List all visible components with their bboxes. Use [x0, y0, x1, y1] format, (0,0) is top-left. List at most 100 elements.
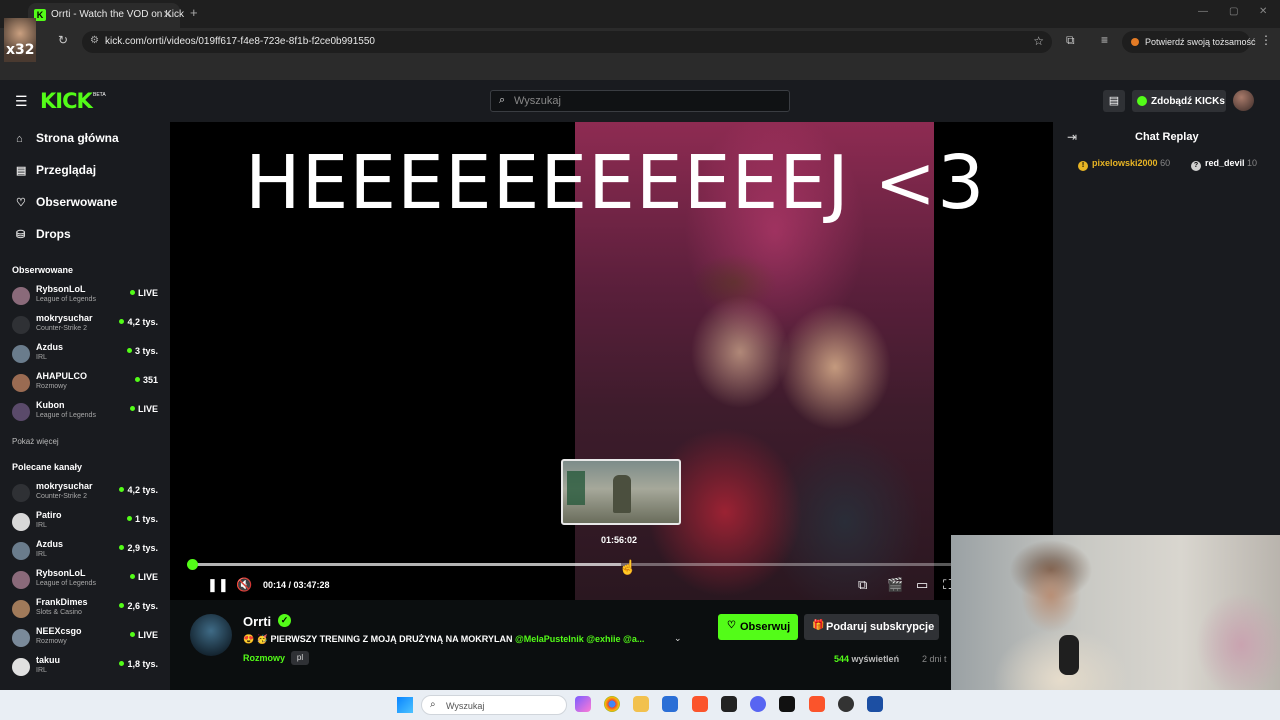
channel-category: IRL	[36, 354, 47, 361]
heart-icon: ♡	[727, 620, 736, 631]
minimize-icon[interactable]: —	[1198, 6, 1208, 17]
channel-item[interactable]: takuu IRL 1,8 tys.	[12, 655, 162, 681]
channel-item[interactable]: Azdus IRL 3 tys.	[12, 342, 162, 368]
channel-avatar[interactable]	[190, 614, 232, 656]
verify-identity-button[interactable]: Potwierdź swoją tożsamość	[1122, 31, 1256, 53]
top-gifter[interactable]: ! pixelowski2000 60	[1078, 158, 1170, 171]
title-text: PIERWSZY TRENING Z MOJĄ DRUŻYNĄ NA MOKRY…	[270, 634, 513, 644]
follow-button[interactable]: ♡ Obserwuj	[718, 614, 798, 640]
user-avatar[interactable]	[1233, 90, 1254, 111]
avatar	[12, 484, 30, 502]
channel-item[interactable]: RybsonLoL League of Legends LIVE	[12, 568, 162, 594]
channel-category: Counter-Strike 2	[36, 325, 87, 332]
channel-name: Patiro	[36, 510, 62, 520]
channel-item[interactable]: NEEXcsgo Rozmowy LIVE	[12, 626, 162, 652]
taskbar-search-placeholder: Wyszukaj	[446, 701, 485, 711]
channel-item[interactable]: RybsonLoL League of Legends LIVE	[12, 284, 162, 310]
view-count: 544 wyświetleń	[834, 654, 899, 664]
gift-count: 10	[1247, 158, 1258, 168]
store-icon[interactable]	[662, 696, 678, 712]
copilot-icon[interactable]	[575, 696, 591, 712]
brave-icon[interactable]	[809, 696, 825, 712]
discord-icon[interactable]	[750, 696, 766, 712]
channel-status: LIVE	[129, 630, 158, 640]
maximize-icon[interactable]: ▢	[1229, 6, 1238, 17]
app-icon[interactable]	[779, 696, 795, 712]
channel-status: 4,2 tys.	[119, 317, 158, 327]
status-text: 351	[142, 375, 158, 385]
gift-subs-button[interactable]: 🎁 Podaruj subskrypcje	[804, 614, 939, 640]
windows-start-icon[interactable]	[397, 697, 413, 713]
extensions-icon[interactable]: ⧉	[1066, 33, 1075, 48]
channel-item[interactable]: FrankDimes Slots & Casino 2,6 tys.	[12, 597, 162, 623]
file-explorer-icon[interactable]	[633, 696, 649, 712]
library-icon: ▤	[1108, 95, 1120, 107]
gifter-name: red_devil	[1205, 158, 1245, 168]
chevron-down-icon[interactable]: ⌄	[674, 633, 682, 644]
obs-icon[interactable]	[838, 696, 854, 712]
pause-icon[interactable]: ❚❚	[207, 577, 229, 593]
category-link[interactable]: Rozmowy	[243, 653, 285, 663]
channel-status: 2,9 tys.	[119, 543, 158, 553]
channel-item[interactable]: Patiro IRL 1 tys.	[12, 510, 162, 536]
chrome-icon[interactable]	[604, 696, 620, 712]
channel-name: Azdus	[36, 539, 63, 549]
channel-name: takuu	[36, 655, 61, 665]
bookmark-star-icon[interactable]: ☆	[1033, 34, 1044, 48]
kick-logo[interactable]: KICK	[40, 89, 93, 113]
picture-in-picture-icon[interactable]: ⧉	[858, 577, 867, 593]
channel-item[interactable]: mokrysuchar Counter-Strike 2 4,2 tys.	[12, 313, 162, 339]
seek-handle[interactable]	[186, 559, 198, 570]
media-controls-icon[interactable]: ≡	[1101, 33, 1108, 47]
close-tab-icon[interactable]: ✕	[163, 8, 172, 21]
search-input[interactable]: ⌕ Wyszukaj	[490, 90, 790, 112]
hamburger-menu-icon[interactable]: ☰	[15, 93, 28, 110]
app-icon[interactable]	[867, 696, 883, 712]
sidebar-item-following[interactable]: ♡ Obserwowane	[16, 195, 117, 209]
window-close-icon[interactable]: ✕	[1259, 6, 1267, 17]
brave-icon[interactable]	[692, 696, 708, 712]
mute-icon[interactable]: 🔇	[236, 577, 252, 593]
language-badge[interactable]: pl	[291, 651, 309, 665]
views-number: 544	[834, 654, 850, 664]
kicks-coin-icon	[1137, 96, 1147, 106]
new-tab-button[interactable]: +	[190, 5, 198, 20]
browser-menu-icon[interactable]: ⋮	[1260, 33, 1272, 47]
seek-preview-time: 01:56:02	[601, 535, 638, 545]
sidebar-item-browse[interactable]: ▤ Przeglądaj	[16, 163, 96, 177]
views-label: wyświetleń	[851, 654, 900, 664]
title-mentions[interactable]: @MelaPustelnik @exhiie @a...	[515, 634, 644, 644]
live-dot-icon	[119, 661, 125, 666]
show-more-link[interactable]: Pokaż więcej	[12, 437, 59, 446]
browser-tab[interactable]: K Orrti - Watch the VOD on Kick ✕	[28, 3, 184, 28]
clip-icon[interactable]: 🎬	[887, 577, 903, 593]
avatar	[12, 513, 30, 531]
reload-icon[interactable]: ↻	[58, 33, 68, 47]
app-icon[interactable]	[721, 696, 737, 712]
live-dot-icon	[129, 406, 135, 411]
sidebar-item-drops[interactable]: ⛁ Drops	[16, 227, 71, 241]
address-bar[interactable]: ⚙ kick.com/orrti/videos/019ff617-f4e8-72…	[82, 31, 1052, 53]
video-player[interactable]: HEEEEEEEEEEEJ <3 01:56:02 ☝ ❚❚ 🔇 00:14 /…	[170, 122, 1053, 600]
channel-category: League of Legends	[36, 580, 96, 587]
library-button[interactable]: ▤	[1103, 90, 1125, 112]
channel-item[interactable]: Azdus IRL 2,9 tys.	[12, 539, 162, 565]
channel-name[interactable]: Orrti	[243, 614, 271, 629]
live-dot-icon	[129, 632, 135, 637]
get-kicks-button[interactable]: Zdobądź KICKs	[1132, 90, 1226, 112]
collapse-chat-icon[interactable]: ⇥	[1067, 130, 1077, 144]
mouse-cursor-icon: ☝	[619, 559, 637, 575]
channel-status: 1,8 tys.	[119, 659, 158, 669]
drops-icon: ⛁	[16, 229, 26, 241]
sidebar-item-label: Przeglądaj	[36, 163, 97, 177]
theater-mode-icon[interactable]: ▭	[916, 577, 928, 593]
channel-item[interactable]: mokrysuchar Counter-Strike 2 4,2 tys.	[12, 481, 162, 507]
beta-badge: BETA	[93, 92, 106, 98]
top-gifter[interactable]: ? red_devil 10	[1191, 158, 1257, 171]
status-text: 4,2 tys.	[127, 485, 158, 495]
channel-item[interactable]: Kubon League of Legends LIVE	[12, 400, 162, 426]
taskbar-search-input[interactable]: ⌕ Wyszukaj	[421, 695, 567, 715]
site-info-icon[interactable]: ⚙	[90, 35, 99, 46]
channel-item[interactable]: AHAPULCO Rozmowy 351	[12, 371, 162, 397]
sidebar-item-home[interactable]: ⌂ Strona główna	[16, 131, 119, 145]
